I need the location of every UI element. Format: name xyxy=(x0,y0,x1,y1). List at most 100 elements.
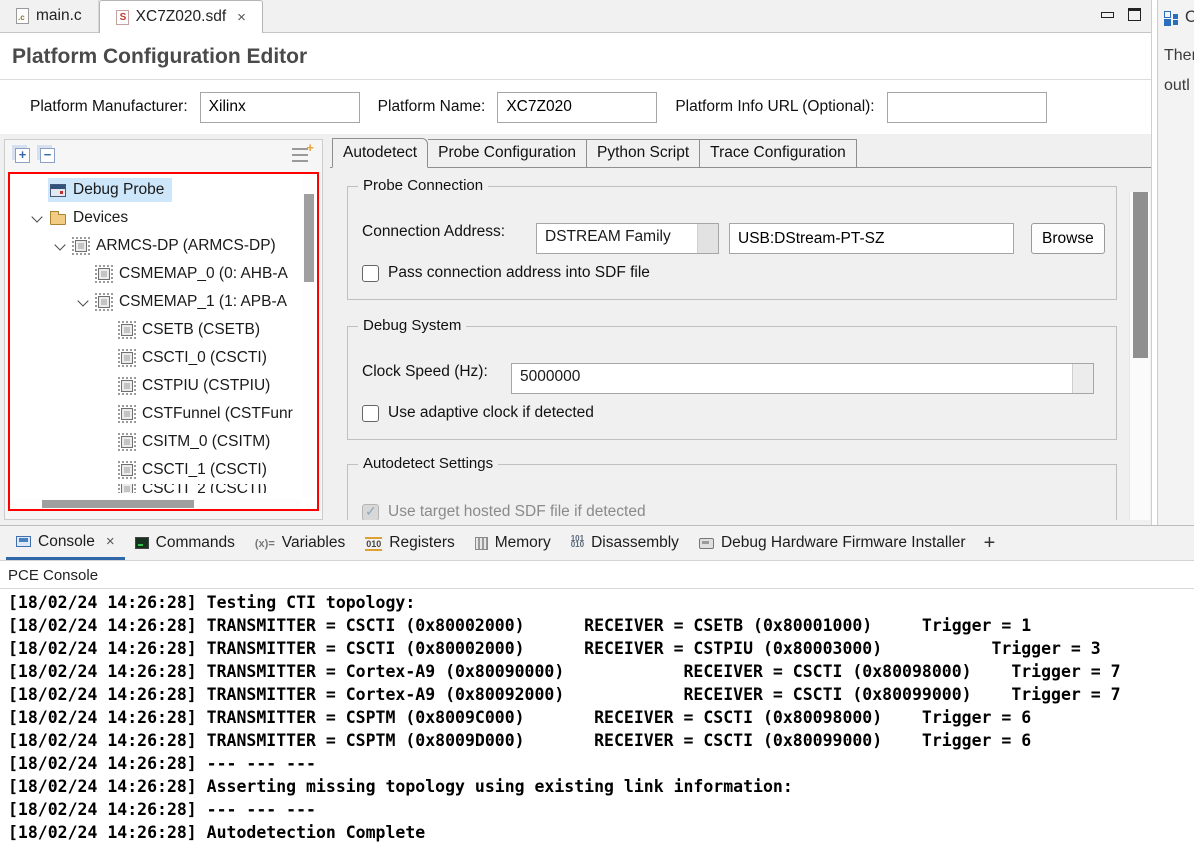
tab-trace-configuration[interactable]: Trace Configuration xyxy=(700,139,857,167)
new-view-plus-icon[interactable]: + xyxy=(976,526,1004,560)
console-output[interactable]: [18/02/24 14:26:28] Testing CTI topology… xyxy=(0,589,1194,844)
tree-item[interactable]: CSMEMAP_0 (0: AHB-A xyxy=(10,260,301,288)
registers-icon xyxy=(365,534,382,552)
add-device-icon[interactable] xyxy=(292,148,308,162)
tree-item-body: CSTPIU (CSTPIU) xyxy=(117,374,278,398)
expand-all-icon[interactable]: + xyxy=(15,148,30,163)
expander-spacer xyxy=(28,180,48,200)
tab-autodetect[interactable]: Autodetect xyxy=(332,138,428,168)
adaptive-clock-checkbox-row[interactable]: Use adaptive clock if detected xyxy=(362,404,594,422)
chevron-down-icon[interactable] xyxy=(74,292,94,312)
tree-item[interactable]: CSETB (CSETB) xyxy=(10,316,301,344)
scrollbar-thumb[interactable] xyxy=(42,500,194,508)
config-vertical-scrollbar[interactable] xyxy=(1129,192,1150,520)
view-tab-memory[interactable]: Memory xyxy=(465,526,561,560)
view-tab-console[interactable]: Console× xyxy=(6,526,125,560)
close-icon[interactable]: × xyxy=(106,533,115,550)
tree-item[interactable]: CSCTI_2 (CSCTI) xyxy=(10,484,301,493)
clock-speed-label: Clock Speed (Hz): xyxy=(362,363,488,381)
collapse-all-icon[interactable]: − xyxy=(40,148,55,163)
chip-icon xyxy=(121,408,133,420)
platform-form: Platform Manufacturer: Platform Name: Pl… xyxy=(0,80,1151,135)
device-tree-panel: + − Debug Probe Devices ARMCS-DP (ARMCS-DP… xyxy=(4,139,323,520)
tree-item-body: Debug Probe xyxy=(48,178,172,202)
connection-address-label: Connection Address: xyxy=(362,223,505,241)
tree-item[interactable]: CSCTI_0 (CSCTI) xyxy=(10,344,301,372)
platform-url-field[interactable] xyxy=(887,92,1047,123)
expander-spacer xyxy=(97,348,117,368)
console-line: [18/02/24 14:26:28] Testing CTI topology… xyxy=(8,591,1194,614)
tree-item[interactable]: Devices xyxy=(10,204,301,232)
platform-manufacturer-label: Platform Manufacturer: xyxy=(30,98,188,116)
editor-tab[interactable]: main.c xyxy=(0,0,99,32)
group-title: Probe Connection xyxy=(358,177,488,194)
tab-probe-configuration[interactable]: Probe Configuration xyxy=(428,139,587,167)
combo-dropdown-button[interactable] xyxy=(697,224,718,253)
group-title: Debug System xyxy=(358,317,466,334)
tree-item[interactable]: ARMCS-DP (ARMCS-DP) xyxy=(10,232,301,260)
tree-item-body: CSMEMAP_0 (0: AHB-A xyxy=(94,262,296,286)
tree-toolbar: + − xyxy=(5,140,322,170)
tree-item[interactable]: CSCTI_1 (CSCTI) xyxy=(10,456,301,484)
view-tab-debug-hardware-firmware-installer[interactable]: Debug Hardware Firmware Installer xyxy=(689,526,976,560)
view-tab-commands[interactable]: Commands xyxy=(125,526,245,560)
tree-item[interactable]: CSTFunnel (CSTFunr xyxy=(10,400,301,428)
platform-name-field[interactable] xyxy=(497,92,657,123)
autodetect-settings-group: Autodetect Settings Use target hosted SD… xyxy=(347,464,1117,520)
upper-region: main.c XC7Z020.sdf × Platform Configuratio… xyxy=(0,0,1194,525)
clock-speed-value: 5000000 xyxy=(512,364,1072,393)
tree-item[interactable]: CSITM_0 (CSITM) xyxy=(10,428,301,456)
tree-item-label: ARMCS-DP (ARMCS-DP) xyxy=(96,237,276,255)
tab-python-script[interactable]: Python Script xyxy=(587,139,700,167)
scrollbar-thumb[interactable] xyxy=(304,194,314,282)
console-line: [18/02/24 14:26:28] TRANSMITTER = Cortex… xyxy=(8,683,1194,706)
editor-header: Platform Configuration Editor xyxy=(0,33,1151,80)
chip-icon xyxy=(121,436,133,448)
outline-header: O xyxy=(1158,0,1194,27)
chevron-down-icon[interactable] xyxy=(51,236,71,256)
page-title: Platform Configuration Editor xyxy=(12,45,1151,69)
tree-horizontal-scrollbar[interactable] xyxy=(10,499,301,509)
tree-item-body: CSTFunnel (CSTFunr xyxy=(117,402,301,426)
view-tab-registers[interactable]: Registers xyxy=(355,526,465,560)
chip-icon xyxy=(75,240,87,252)
clock-speed-combo[interactable]: 5000000 xyxy=(511,363,1094,394)
minimize-icon[interactable] xyxy=(1101,12,1114,18)
chip-icon xyxy=(98,296,110,308)
config-tab-bar: AutodetectProbe ConfigurationPython Scri… xyxy=(330,139,1152,168)
tree-vertical-scrollbar[interactable] xyxy=(303,174,315,497)
platform-manufacturer-field[interactable] xyxy=(200,92,360,123)
maximize-icon[interactable] xyxy=(1128,8,1141,21)
console-tab-bar: Console×CommandsVariablesRegistersMemory… xyxy=(0,526,1194,561)
editor-area: main.c XC7Z020.sdf × Platform Configuratio… xyxy=(0,0,1152,525)
target-hosted-sdf-label: Use target hosted SDF file if detected xyxy=(388,503,646,520)
editor-tab-label: XC7Z020.sdf xyxy=(136,8,226,26)
probe-family-combo[interactable]: DSTREAM Family xyxy=(536,223,719,254)
tree-item[interactable]: CSMEMAP_1 (1: APB-A xyxy=(10,288,301,316)
close-icon[interactable]: × xyxy=(237,9,246,26)
console-line: [18/02/24 14:26:28] Asserting missing to… xyxy=(8,775,1194,798)
pass-address-checkbox-row[interactable]: Pass connection address into SDF file xyxy=(362,264,650,282)
browse-button[interactable]: Browse xyxy=(1031,223,1105,254)
adaptive-clock-checkbox[interactable] xyxy=(362,405,379,422)
chip-icon xyxy=(121,484,133,493)
connection-address-field[interactable] xyxy=(729,223,1014,254)
outline-icon xyxy=(1164,10,1179,25)
tree-item[interactable]: Debug Probe xyxy=(10,176,301,204)
scrollbar-thumb[interactable] xyxy=(1133,192,1148,358)
view-tab-variables[interactable]: Variables xyxy=(245,526,355,560)
chevron-down-icon[interactable] xyxy=(28,208,48,228)
view-tab-disassembly[interactable]: Disassembly xyxy=(561,526,689,560)
pass-address-label: Pass connection address into SDF file xyxy=(388,264,650,282)
editor-tab-bar: main.c XC7Z020.sdf × xyxy=(0,0,1151,33)
pass-address-checkbox[interactable] xyxy=(362,265,379,282)
expander-spacer xyxy=(97,484,117,493)
console-line: [18/02/24 14:26:28] TRANSMITTER = CSPTM … xyxy=(8,729,1194,752)
editor-tab[interactable]: XC7Z020.sdf × xyxy=(99,0,263,33)
tree-item[interactable]: CSTPIU (CSTPIU) xyxy=(10,372,301,400)
combo-dropdown-button[interactable] xyxy=(1072,364,1093,393)
config-panel: AutodetectProbe ConfigurationPython Scri… xyxy=(330,139,1152,520)
tree-item-label: Debug Probe xyxy=(73,181,164,199)
expander-spacer xyxy=(97,320,117,340)
tree-item-label: CSTFunnel (CSTFunr xyxy=(142,405,293,423)
